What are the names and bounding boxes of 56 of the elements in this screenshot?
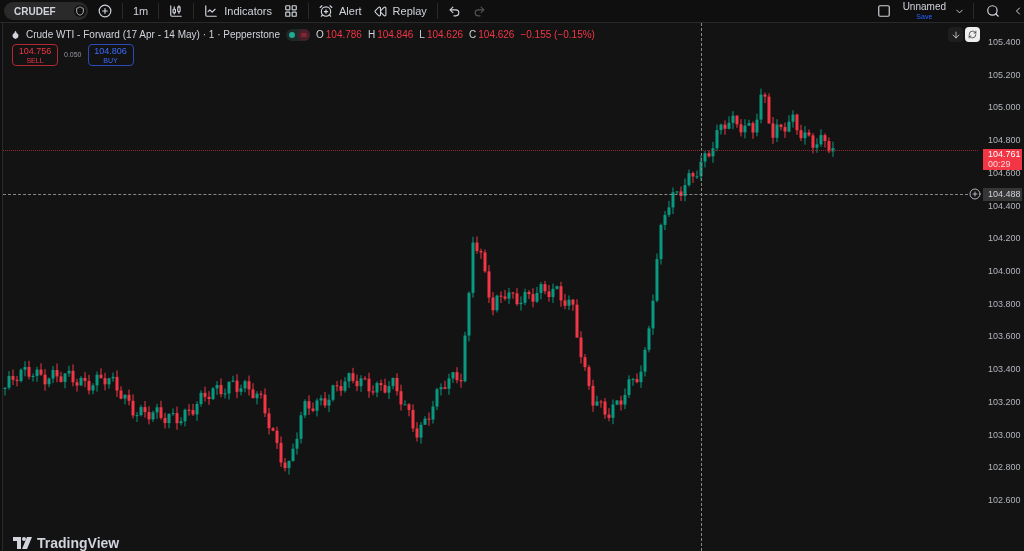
replay-button[interactable]: Replay: [367, 1, 433, 21]
ohlc-value: 104.626: [478, 28, 515, 42]
symbol-title: Crude WTI - Forward (17 Apr - 14 May) · 1 · Pepperstone: [26, 28, 280, 42]
price-axis-label: 103.800: [988, 299, 1021, 309]
refresh-icon: [968, 30, 977, 39]
undo-icon: [447, 4, 461, 18]
ohlc-label: L: [419, 28, 425, 42]
price-axis-label: 104.800: [988, 136, 1021, 146]
ohlc-label: O: [316, 28, 324, 42]
interval-button[interactable]: 1m: [127, 1, 155, 21]
price-axis-label: 104.600: [988, 168, 1021, 178]
bar-countdown: 00:29: [988, 159, 1012, 169]
candlestick-icon: [169, 4, 184, 18]
redo-icon: [472, 4, 486, 18]
layout-name: Unnamed: [902, 2, 946, 12]
last-price: 104.761: [988, 149, 1022, 159]
sell-price: 104.756: [18, 46, 52, 56]
ohlc-label: H: [367, 28, 376, 42]
price-axis-label: 104.200: [988, 234, 1021, 244]
ohlc-value: 104.626: [426, 28, 464, 42]
alarm-icon: [319, 4, 333, 18]
price-axis-label: 103.600: [988, 332, 1021, 342]
brand-name: TradingView: [37, 536, 120, 550]
price-axis-label: 105.000: [988, 103, 1021, 113]
add-icon[interactable]: [969, 188, 981, 201]
price-axis-label: 102.800: [988, 463, 1021, 473]
rewind-icon: [373, 4, 387, 18]
scroll-down-button[interactable]: [948, 27, 963, 42]
price-axis-label: 102.600: [988, 496, 1021, 505]
indicators-button[interactable]: Indicators: [198, 1, 278, 21]
add-icon: [98, 4, 112, 18]
reset-button[interactable]: [965, 27, 980, 42]
ohlc-value: 104.786: [325, 28, 362, 42]
price-axis-label: 105.400: [988, 38, 1021, 47]
chart-icon: [204, 4, 219, 18]
price-axis-label: 104.400: [988, 201, 1021, 211]
logo-icon: [13, 537, 33, 549]
shield-icon: [74, 5, 86, 17]
symbol-search-button[interactable]: CRUDEF: [4, 2, 88, 20]
search-icon[interactable]: [986, 4, 1000, 18]
price-axis-label: 103.400: [988, 365, 1021, 375]
alert-button[interactable]: Alert: [313, 1, 368, 21]
price-change: −0.155 (−0.15%): [520, 28, 595, 42]
crosshair-price-label: 104.488: [983, 188, 1022, 202]
price-axis-label: 105.200: [988, 70, 1021, 80]
price-axis-label: 103.200: [988, 397, 1021, 407]
arrow-down-icon: [950, 29, 961, 40]
price-axis-label: 103.000: [988, 430, 1021, 440]
droplet-icon: [11, 30, 20, 39]
buy-price: 104.806: [94, 46, 127, 56]
checkbox-icon[interactable]: [876, 4, 891, 18]
grid-icon: [284, 4, 298, 18]
price-axis-label: 104.000: [988, 267, 1021, 276]
ohlc-value: 104.846: [377, 28, 414, 42]
ohlc-label: C: [469, 28, 477, 42]
market-status-icon: [286, 28, 310, 41]
